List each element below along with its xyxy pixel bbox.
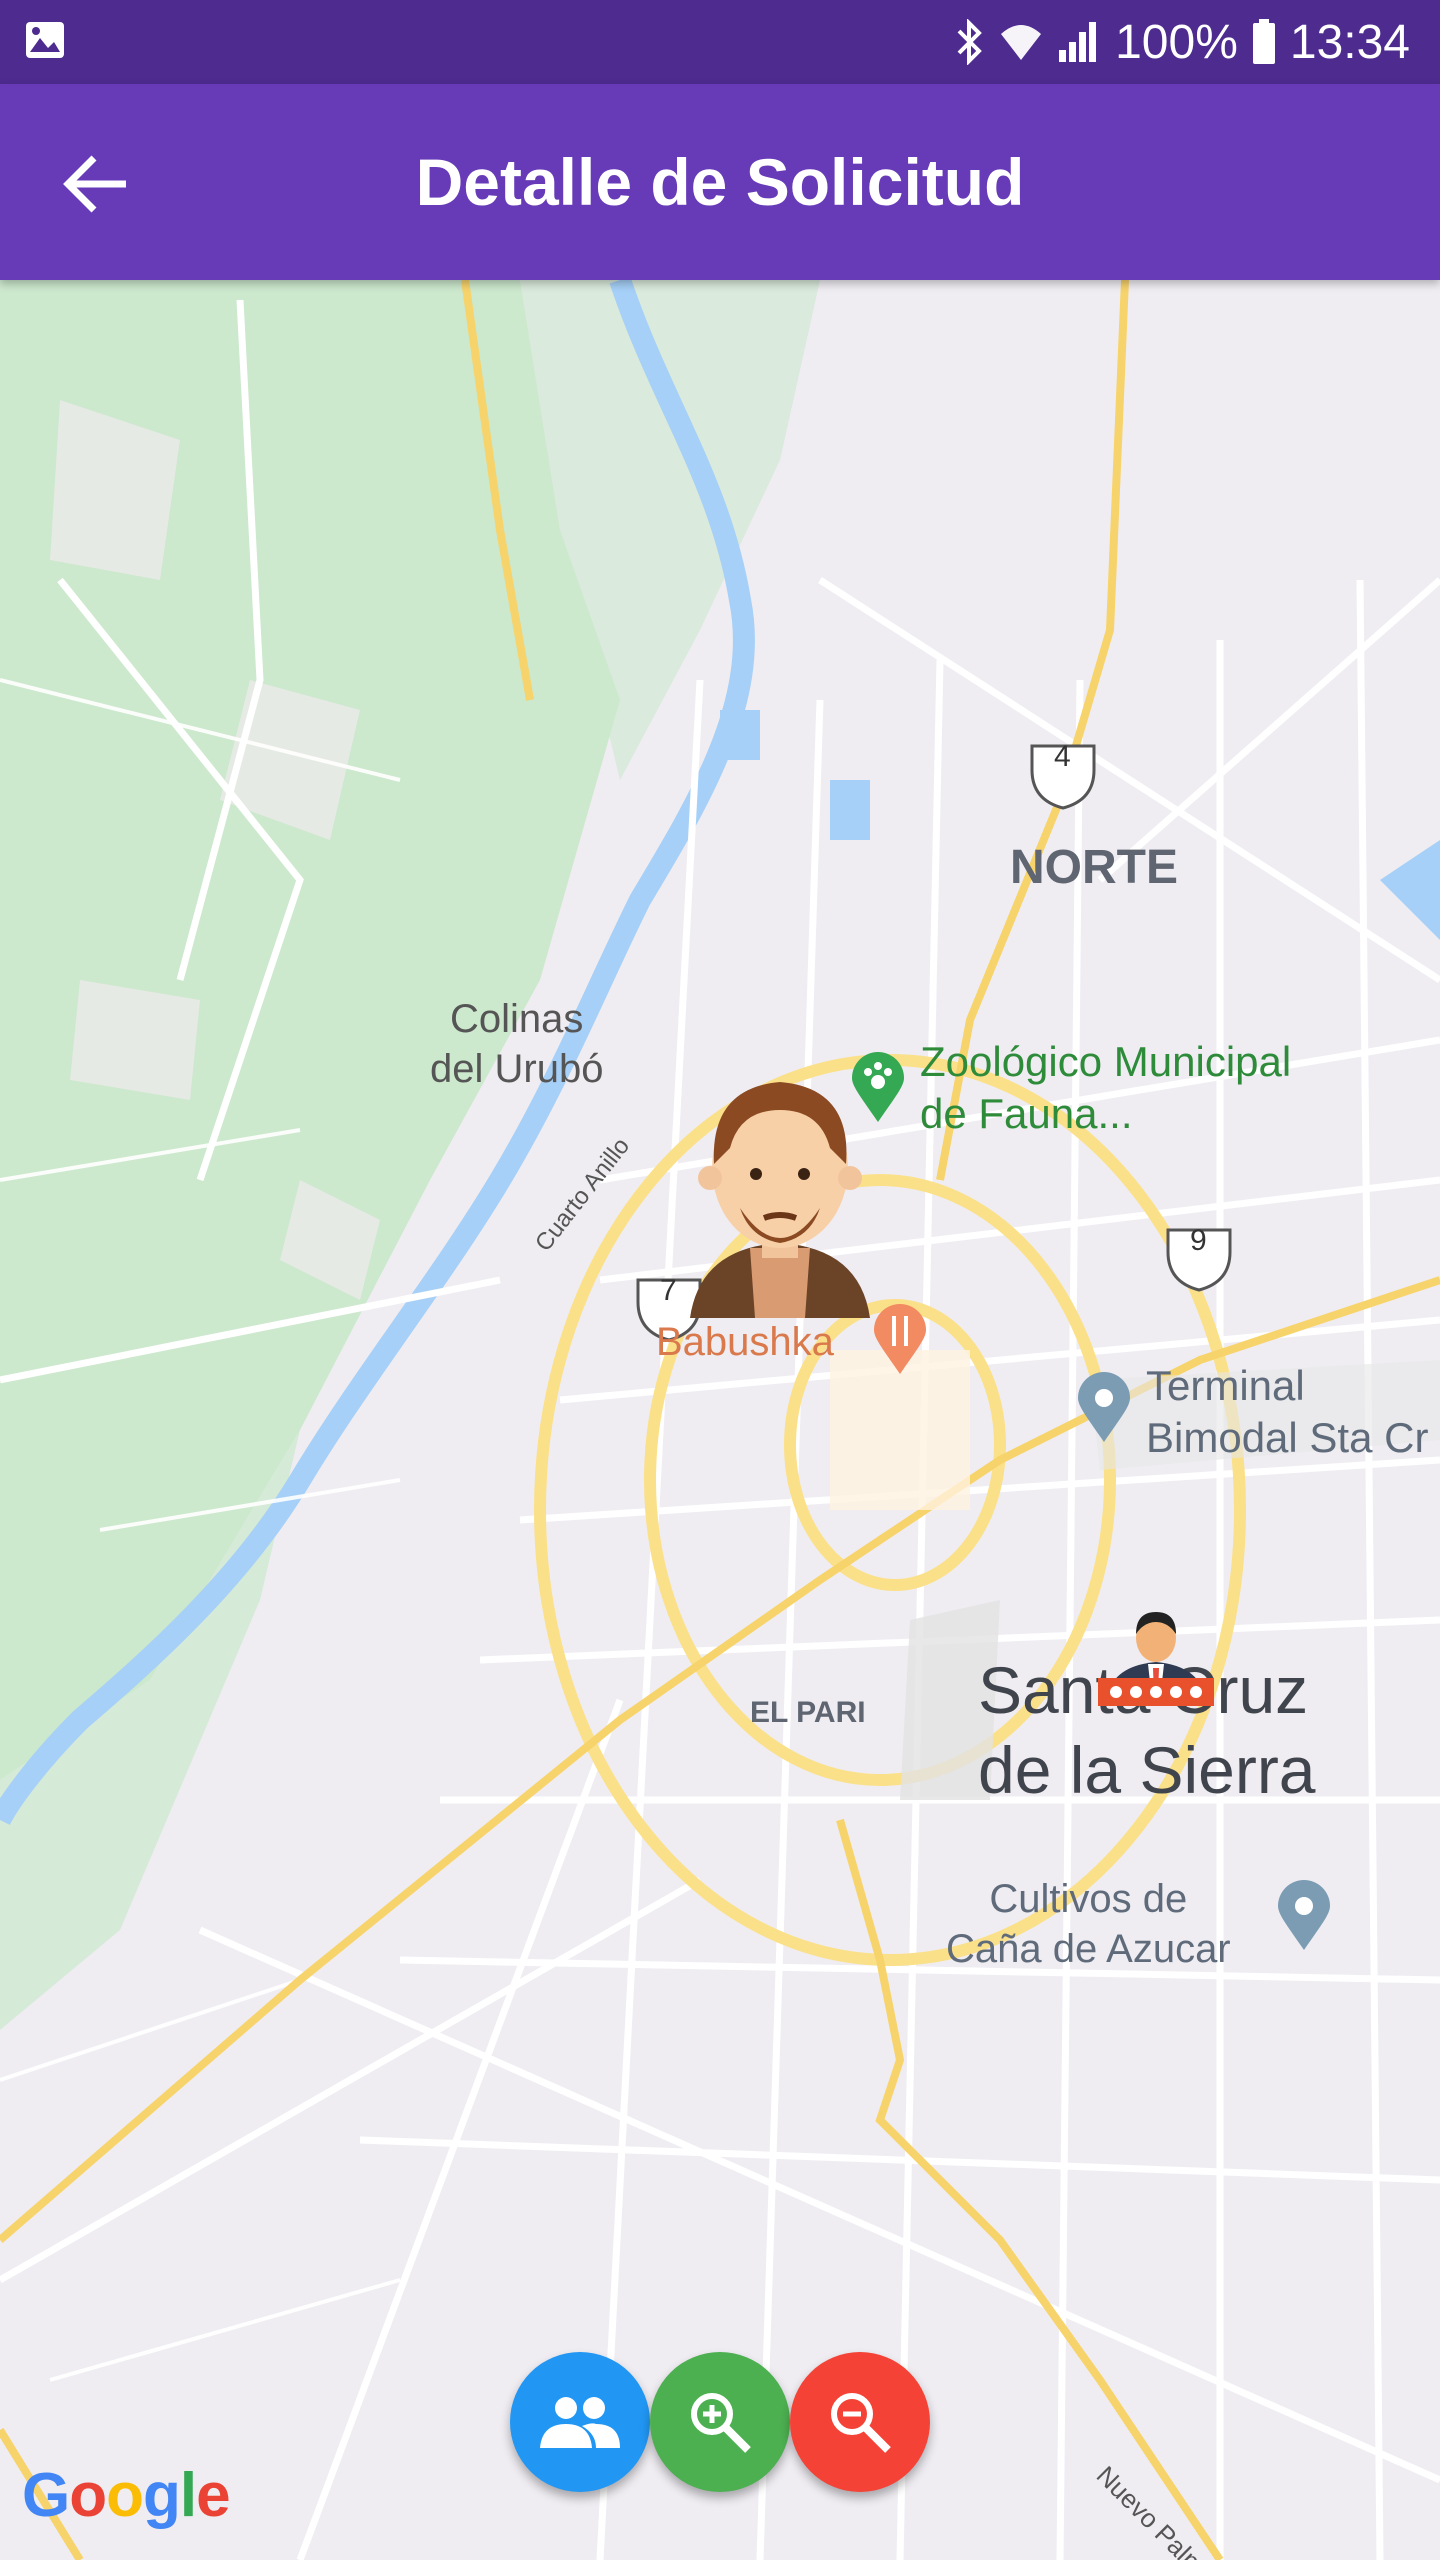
map-label-norte: NORTE (1010, 841, 1178, 894)
map-view[interactable]: 4 7 9 NORTE Colinas del Urubó Zoológico … (0, 280, 1440, 2560)
terminal-pin-icon[interactable] (1076, 1372, 1132, 1444)
map-label-terminal-line2: Bimodal Sta Cr (1146, 1414, 1429, 1461)
cultivos-pin-icon[interactable] (1276, 1880, 1332, 1952)
users-button[interactable] (510, 2352, 650, 2492)
page-title: Detalle de Solicitud (415, 145, 1025, 219)
wifi-icon (1001, 25, 1042, 60)
map-label-zoo-line1: Zoológico Municipal (920, 1038, 1292, 1085)
battery-icon (1252, 19, 1275, 64)
map-label-city-line2: de la Sierra (978, 1733, 1316, 1807)
zoom-in-icon (691, 2393, 751, 2453)
zoom-out-icon (831, 2393, 891, 2453)
map-label-terminal[interactable]: Terminal Bimodal Sta Cr (1146, 1360, 1428, 1464)
map-label-colinas-line1: Colinas (450, 997, 584, 1041)
clock: 13:34 (1289, 15, 1410, 69)
map-label-cultivos-line1: Cultivos de (989, 1877, 1188, 1921)
google-logo: Google (22, 2461, 231, 2530)
map-label-cultivos[interactable]: Cultivos de Caña de Azucar (946, 1874, 1231, 1974)
client-avatar-marker[interactable] (680, 1068, 880, 1318)
map-label-el-pari: EL PARI (750, 1696, 866, 1729)
map-label-terminal-line1: Terminal (1146, 1362, 1305, 1409)
route-9-number: 9 (1190, 1224, 1207, 1257)
restaurant-pin-icon[interactable] (872, 1304, 928, 1376)
map-label-cultivos-line2: Caña de Azucar (946, 1927, 1231, 1971)
map-label-babushka[interactable]: Babushka (656, 1320, 834, 1365)
route-7-number: 7 (660, 1274, 677, 1307)
route-4-number: 4 (1054, 740, 1071, 773)
map-label-colinas: Colinas del Urubó (430, 994, 603, 1094)
group-icon (540, 2397, 620, 2448)
map-label-colinas-line2: del Urubó (430, 1047, 604, 1091)
map-label-zoo-line2: de Fauna... (920, 1090, 1133, 1137)
zoom-out-button[interactable] (790, 2352, 930, 2492)
zoom-in-button[interactable] (650, 2352, 790, 2492)
app-bar: Detalle de Solicitud (0, 84, 1440, 280)
bluetooth-icon (957, 19, 982, 65)
status-bar: 100% 13:34 (0, 0, 1440, 84)
image-icon (26, 22, 64, 58)
signal-icon (1059, 22, 1097, 62)
battery-percent: 100% (1115, 15, 1238, 69)
map-label-zoo[interactable]: Zoológico Municipal de Fauna... (920, 1036, 1291, 1140)
driver-avatar-marker[interactable] (1096, 1606, 1216, 1710)
